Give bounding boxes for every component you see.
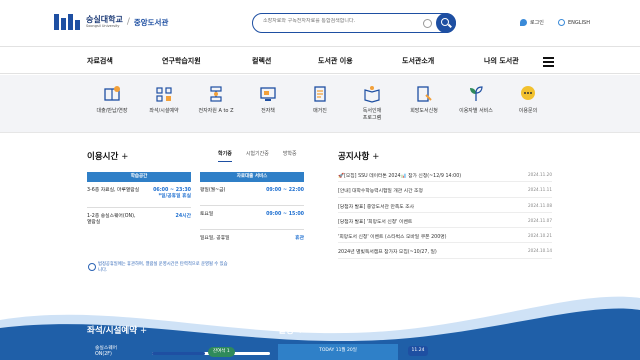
quick-link-loan[interactable]: 대출/반납/연장 <box>82 85 142 115</box>
list-item[interactable]: [안내] 대학수학능력시험일 개관 시간 조정 2024.11.11 <box>338 182 552 198</box>
plus-icon[interactable]: + <box>121 152 128 162</box>
schedule-title: 일정 + <box>278 326 304 336</box>
search-button[interactable] <box>436 13 456 33</box>
seat-room-name: 숭실스퀘어 ON(2F) <box>95 346 118 358</box>
university-english-name: Soongsil University <box>86 23 120 28</box>
study-space-hours: 학습공간 3-6층 자료실, 마루열람실 06:00 ~ 23:30 *일/공휴… <box>87 172 191 236</box>
e-resource-icon <box>207 85 225 103</box>
seat-remaining-badge: 잔여석 1 <box>208 347 235 357</box>
tab-exam-period[interactable]: 시험기간중 <box>246 150 269 162</box>
nav-item-research[interactable]: 연구학습지원 <box>162 56 201 66</box>
hours-row: 토요일 09:00 ~ 15:00 <box>200 212 304 217</box>
hours-title: 이용시간 + <box>87 152 129 162</box>
loan-service-hours: 자료대출 서비스 평일(월~금) 09:00 ~ 22:00 토요일 09:00… <box>200 172 304 253</box>
study-space-header: 학습공간 <box>87 172 191 182</box>
schedule-date-badge[interactable]: 11.24 <box>408 346 428 356</box>
hours-tabs: 학기중 시험기간중 방학중 <box>218 150 311 162</box>
list-item[interactable]: 2024년 별빛독서캠프 참가자 모집(~10/27, 일) 2024.10.1… <box>338 243 552 259</box>
quick-link-magazine[interactable]: 매거진 <box>290 85 350 115</box>
tab-vacation[interactable]: 방학중 <box>283 150 297 162</box>
nav-item-about[interactable]: 도서관소개 <box>402 56 434 66</box>
logo[interactable]: 숭실대학교 Soongsil University / 중앙도서관 <box>54 14 168 30</box>
hours-row: 평일(월~금) 09:00 ~ 22:00 <box>200 188 304 193</box>
hours-row: 3-6층 자료실, 마루열람실 06:00 ~ 23:30 *일/공휴일 휴실 <box>87 188 191 200</box>
quick-link-user-service[interactable]: 이용자별 서비스 <box>446 85 506 115</box>
reading-program-icon <box>363 85 381 103</box>
nav-item-usage[interactable]: 도서관 이용 <box>318 56 353 66</box>
globe-icon[interactable] <box>423 19 432 28</box>
inquiry-icon <box>519 85 537 103</box>
list-item[interactable]: 🚀[모집] SSU 데이터톤 2024📊 참가 신청(~12/9 14:00) … <box>338 167 552 183</box>
seat-reserve-icon <box>155 85 173 103</box>
ebook-icon <box>259 85 277 103</box>
plus-icon[interactable]: + <box>140 326 147 336</box>
hours-row: 일요일, 공휴일 휴관 <box>200 236 304 241</box>
language-label: ENGLISH <box>568 19 590 26</box>
library-name: 중앙도서관 <box>133 17 169 27</box>
nav-item-search[interactable]: 자료검색 <box>87 56 113 66</box>
quick-links: 대출/반납/연장 좌석/시설예약 전자자원 A to Z 전자책 매거진 독서인… <box>0 75 640 133</box>
nav-item-my-library[interactable]: 나의 도서관 <box>484 56 519 66</box>
loan-service-header: 자료대출 서비스 <box>200 172 304 182</box>
quick-link-inquiry[interactable]: 이용문의 <box>498 85 558 115</box>
globe-icon <box>558 19 565 26</box>
quick-link-seat[interactable]: 좌석/시설예약 <box>134 85 194 115</box>
quick-link-reading-program[interactable]: 독서인재 프로그램 <box>342 85 402 121</box>
notice-list: 🚀[모집] SSU 데이터톤 2024📊 참가 신청(~12/9 14:00) … <box>338 167 552 259</box>
quick-link-e-resource[interactable]: 전자자원 A to Z <box>186 85 246 115</box>
book-return-icon <box>103 85 121 103</box>
schedule-today: TODAY 11월 20일 <box>278 344 398 360</box>
site-header: 숭실대학교 Soongsil University / 중앙도서관 로그인 EN… <box>0 0 640 46</box>
tab-semester[interactable]: 학기중 <box>218 150 232 162</box>
book-request-icon <box>415 85 433 103</box>
search-bar <box>252 13 456 33</box>
menu-icon[interactable] <box>543 57 554 69</box>
login-link[interactable]: 로그인 <box>520 19 544 26</box>
plus-icon[interactable]: + <box>297 326 304 336</box>
notices-title: 공지사항 + <box>338 152 380 162</box>
hours-row: 1-2층 숭실스퀘어(ON), 열람실 24시간 <box>87 214 191 226</box>
magazine-icon <box>311 85 329 103</box>
language-link[interactable]: ENGLISH <box>558 19 590 26</box>
quick-link-book-request[interactable]: 희망도서신청 <box>394 85 454 115</box>
main-nav: 자료검색 연구학습지원 컬렉션 도서관 이용 도서관소개 나의 도서관 <box>0 46 640 74</box>
quick-link-ebook[interactable]: 전자책 <box>238 85 298 115</box>
hours-note: 법정공휴일에는 휴관하며, 열람실 운영시간은 탄력적으로 운영될 수 있습니다… <box>88 262 228 275</box>
nav-item-collection[interactable]: 컬렉션 <box>252 56 271 66</box>
plus-icon[interactable]: + <box>372 152 379 162</box>
university-name: 숭실대학교 <box>86 14 123 24</box>
list-item[interactable]: [당첨자 발표] '희망도서 신청' 이벤트 2024.11.07 <box>338 213 552 229</box>
university-logo-mark <box>54 14 82 30</box>
login-label: 로그인 <box>530 20 544 26</box>
login-icon <box>520 19 527 26</box>
list-item[interactable]: '희망도서 신청' 이벤트 (스타벅스 모바일 쿠폰 200명) 2024.10… <box>338 228 552 244</box>
list-item[interactable]: [당첨자 발표] 중앙도서관 만족도 조사 2024.11.08 <box>338 198 552 213</box>
logo-divider: / <box>126 17 130 27</box>
user-service-icon <box>467 85 485 103</box>
seats-title: 좌석/시설예약 + <box>87 326 148 336</box>
search-input[interactable] <box>263 18 423 24</box>
seat-occupancy-fill <box>152 352 206 355</box>
